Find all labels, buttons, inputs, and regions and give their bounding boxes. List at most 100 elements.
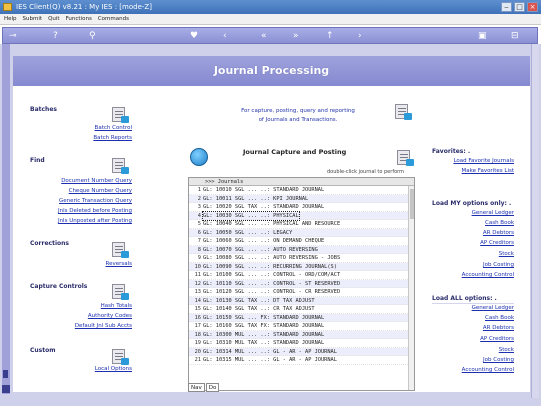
journal-row[interactable]: 19 GL: 10310 MUL TAX ..: STANDARD JOURNAL bbox=[189, 339, 414, 348]
status-bar bbox=[0, 398, 541, 406]
journal-row[interactable]: 10 GL: 10090 SGL ... ..: RECURRING JOURNA… bbox=[189, 262, 414, 271]
link-cheque-number-query[interactable]: Cheque Number Query bbox=[69, 188, 132, 194]
link-batch-reports[interactable]: Batch Reports bbox=[93, 135, 132, 141]
journal-row[interactable]: 15 GL: 10140 SGL TAX ..: CR TAX ADJUST bbox=[189, 305, 414, 314]
up-icon[interactable]: ↑ bbox=[326, 29, 334, 43]
link-my-accounting-control[interactable]: Accounting Control bbox=[462, 272, 514, 278]
journal-row-text: GL: 10315 MUL ... ..: GL - AR - AP JOURN… bbox=[203, 357, 337, 363]
info-icon[interactable]: ? bbox=[53, 29, 58, 43]
journal-row-text: GL: 10020 SGL TAX ..: STANDARD JOURNAL bbox=[203, 204, 325, 210]
menu-functions[interactable]: Functions bbox=[66, 14, 92, 24]
expand-icon[interactable]: ▣ bbox=[478, 29, 487, 43]
list-tabs: Nav Do bbox=[188, 383, 220, 392]
link-document-number-query[interactable]: Document Number Query bbox=[61, 178, 132, 184]
journal-row-text: GL: 10120 SGL ... ..: CONTROL - CR RESER… bbox=[203, 289, 341, 295]
search-icon[interactable]: ⚲ bbox=[89, 29, 96, 43]
journal-row[interactable]: 14 GL: 10130 SGL TAX ..: DT TAX ADJUST bbox=[189, 296, 414, 305]
link-all-general-ledger[interactable]: General Ledger bbox=[472, 305, 514, 311]
journals-list-scrollbar[interactable] bbox=[408, 186, 414, 390]
link-all-accounting-control[interactable]: Accounting Control bbox=[462, 367, 514, 373]
left-rail-handle[interactable] bbox=[2, 385, 10, 393]
journal-row[interactable]: 8 GL: 10070 SGL ... ..: AUTO REVERSING bbox=[189, 245, 414, 254]
close-button[interactable]: × bbox=[527, 2, 538, 12]
back-icon[interactable]: ‹ bbox=[223, 29, 227, 43]
journal-row-number: 20 bbox=[194, 348, 201, 355]
link-jnls-unposted[interactable]: Jnls Unposted after Posting bbox=[58, 218, 132, 224]
journal-row-number: 10 bbox=[194, 263, 201, 270]
journal-processing-icon bbox=[393, 104, 413, 122]
link-jnls-deleted[interactable]: Jnls Deleted before Posting bbox=[58, 208, 132, 214]
section-load-my-options: Load MY options only: . bbox=[432, 200, 512, 207]
tab-nav[interactable]: Nav bbox=[188, 383, 205, 392]
journal-row[interactable]: 9 GL: 10080 SGL ... ..: AUTO REVERSING - … bbox=[189, 254, 414, 263]
journal-row[interactable]: 6 GL: 10050 SGL ... ..: LEGACY bbox=[189, 228, 414, 237]
journal-row-number: 9 bbox=[197, 255, 201, 261]
section-batches: Batches bbox=[30, 106, 57, 113]
maximize-button[interactable]: □ bbox=[514, 2, 525, 12]
journal-row-number: 12 bbox=[194, 280, 201, 287]
journal-row-number: 17 bbox=[194, 323, 201, 329]
link-my-ap-creditors[interactable]: AP Creditors bbox=[480, 240, 514, 246]
menu-submit[interactable]: Submit bbox=[23, 14, 43, 24]
link-all-ar-debtors[interactable]: AR Debtors bbox=[483, 325, 514, 331]
menu-commands[interactable]: Commands bbox=[98, 14, 129, 24]
menu-help[interactable]: Help bbox=[4, 14, 17, 24]
minimize-button[interactable]: ‒ bbox=[501, 2, 512, 12]
corrections-icon bbox=[110, 242, 130, 260]
tab-do[interactable]: Do bbox=[205, 383, 220, 392]
scroll-thumb[interactable] bbox=[410, 189, 414, 219]
link-my-general-ledger[interactable]: General Ledger bbox=[472, 210, 514, 216]
link-local-options[interactable]: Local Options bbox=[95, 366, 132, 372]
link-load-favorite-journals[interactable]: Load Favorite Journals bbox=[453, 158, 514, 164]
collapse-icon[interactable]: ⊟ bbox=[511, 29, 519, 43]
menu-quit[interactable]: Quit bbox=[48, 14, 60, 24]
intro-line-1: For capture, posting, query and reportin… bbox=[241, 108, 355, 114]
link-my-job-costing[interactable]: Job Costing bbox=[483, 262, 514, 268]
journal-row[interactable]: 12 GL: 10110 SGL ... ..: CONTROL - ST RES… bbox=[189, 279, 414, 288]
journal-row[interactable]: 2 GL: 10011 SGL ... ..: KPI JOURNAL bbox=[189, 194, 414, 203]
journal-row[interactable]: 7 GL: 10060 SGL ... ..: ON DEMAND CHEQUE bbox=[189, 237, 414, 246]
link-reversals[interactable]: Reversals bbox=[106, 261, 133, 267]
journal-row[interactable]: 17 GL: 10160 SGL TAX FX: STANDARD JOURNAL bbox=[189, 322, 414, 331]
journal-row[interactable]: 11 GL: 10100 SGL ... ..: CONTROL - ORD/CO… bbox=[189, 271, 414, 280]
link-my-ar-debtors[interactable]: AR Debtors bbox=[483, 230, 514, 236]
journal-row[interactable]: 21 GL: 10315 MUL ... ..: GL - AR - AP JOU… bbox=[189, 356, 414, 365]
link-make-favorites-list[interactable]: Make Favorites List bbox=[462, 168, 514, 174]
rewind-icon[interactable]: « bbox=[261, 29, 267, 43]
journal-row-text: GL: 10090 SGL ... ..: RECURRING JOURNAL(… bbox=[203, 263, 337, 270]
journal-row[interactable]: 1 GL: 10010 SGL ... ..: STANDARD JOURNAL bbox=[189, 186, 414, 195]
link-generic-transaction-query[interactable]: Generic Transaction Query bbox=[59, 198, 132, 204]
journal-capture-icon[interactable] bbox=[190, 148, 208, 166]
power-icon[interactable]: ⊸ bbox=[9, 29, 17, 43]
link-all-ap-creditors[interactable]: AP Creditors bbox=[480, 336, 514, 342]
journal-row[interactable]: 18 GL: 10300 MUL ... ..: STANDARD JOURNAL bbox=[189, 330, 414, 339]
journal-row-number: 6 bbox=[197, 229, 201, 236]
find-icon bbox=[110, 158, 130, 176]
link-default-jnl-sub-accts[interactable]: Default Jnl Sub Accts bbox=[75, 323, 132, 329]
journal-row-text: GL: 10150 SGL ... FX: STANDARD JOURNAL bbox=[203, 314, 325, 321]
fast-forward-icon[interactable]: › bbox=[358, 29, 362, 43]
link-all-job-costing[interactable]: Job Costing bbox=[483, 357, 514, 363]
forward-icon[interactable]: » bbox=[293, 29, 299, 43]
journal-row[interactable]: 3 GL: 10020 SGL TAX ..: STANDARD JOURNAL bbox=[189, 203, 414, 212]
section-load-all-options: Load ALL options: . bbox=[432, 295, 497, 302]
link-all-stock[interactable]: Stock bbox=[499, 347, 514, 353]
link-all-cash-book[interactable]: Cash Book bbox=[485, 315, 514, 321]
link-batch-control[interactable]: Batch Control bbox=[95, 125, 132, 131]
link-my-cash-book[interactable]: Cash Book bbox=[485, 220, 514, 226]
link-my-stock[interactable]: Stock bbox=[499, 251, 514, 257]
journal-row[interactable]: 5 GL: 10040 SGL ... ..: PHYSICAL AND RESO… bbox=[189, 220, 414, 229]
link-hash-totals[interactable]: Hash Totals bbox=[101, 303, 132, 309]
journal-row-number: 4 bbox=[197, 212, 201, 219]
heart-icon[interactable]: ♥ bbox=[190, 29, 198, 43]
journal-row[interactable]: 4 GL: 10030 SGL ... ..: PHYSICAL bbox=[189, 210, 414, 221]
section-corrections: Corrections bbox=[30, 240, 69, 247]
journal-row-number: 15 bbox=[194, 306, 201, 312]
journal-row[interactable]: 13 GL: 10120 SGL ... ..: CONTROL - CR RES… bbox=[189, 288, 414, 297]
journal-row-number: 8 bbox=[197, 246, 201, 253]
journal-row[interactable]: 16 GL: 10150 SGL ... FX: STANDARD JOURNAL bbox=[189, 313, 414, 322]
right-scrollbar[interactable] bbox=[531, 44, 539, 399]
journal-row[interactable]: 20 GL: 10314 MUL ... ..: GL - AR - AP JOU… bbox=[189, 347, 414, 356]
journals-list[interactable]: >>> Journals 1 GL: 10010 SGL ... ..: STAN… bbox=[188, 177, 415, 391]
link-authority-codes[interactable]: Authority Codes bbox=[88, 313, 132, 319]
